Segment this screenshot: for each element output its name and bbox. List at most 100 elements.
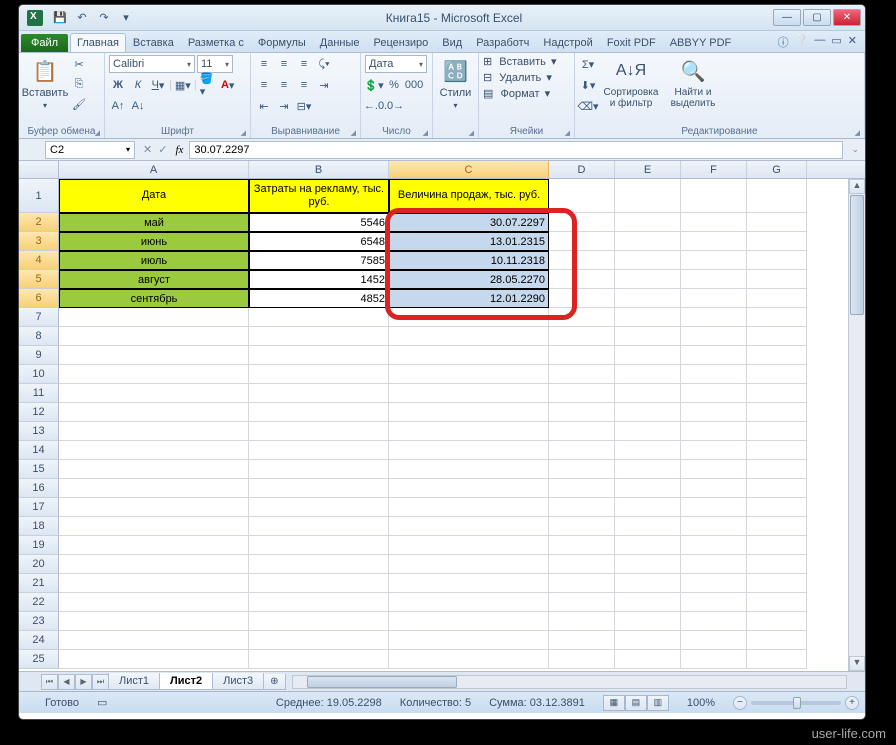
cell[interactable] — [59, 536, 249, 555]
cell[interactable] — [615, 384, 681, 403]
cell[interactable]: Затраты на рекламу, тыс. руб. — [249, 179, 389, 213]
cell[interactable] — [747, 270, 807, 289]
cell[interactable] — [249, 384, 389, 403]
sort-filter-button[interactable]: А↓Я Сортировка и фильтр — [600, 55, 662, 111]
sheet-tab-2[interactable]: Лист2 — [159, 673, 213, 690]
enter-formula-icon[interactable]: ✓ — [158, 143, 167, 156]
cell[interactable] — [59, 460, 249, 479]
cell[interactable] — [249, 536, 389, 555]
cell[interactable] — [389, 346, 549, 365]
wrap-text-icon[interactable]: ⇥ — [315, 76, 333, 94]
row-header[interactable]: 9 — [19, 346, 59, 365]
zoom-level[interactable]: 100% — [687, 697, 715, 709]
cell[interactable] — [549, 270, 615, 289]
cell[interactable]: 28.05.2270 — [389, 270, 549, 289]
cell[interactable] — [615, 270, 681, 289]
help-icon[interactable]: ❔ — [795, 34, 809, 50]
sheet-nav-prev-icon[interactable]: ◀ — [58, 674, 75, 690]
cell[interactable] — [549, 251, 615, 270]
col-header-B[interactable]: B — [249, 161, 389, 178]
cell[interactable] — [549, 384, 615, 403]
row-header[interactable]: 14 — [19, 441, 59, 460]
view-pagebreak-icon[interactable]: ▥ — [647, 695, 669, 711]
decrease-indent-icon[interactable]: ⇤ — [255, 97, 273, 115]
qat-more-icon[interactable]: ▾ — [117, 9, 135, 27]
cell[interactable] — [549, 179, 615, 213]
cell[interactable] — [615, 536, 681, 555]
cell[interactable] — [59, 593, 249, 612]
cell[interactable] — [549, 498, 615, 517]
font-color-button[interactable]: A▾ — [219, 76, 237, 94]
cell[interactable] — [615, 179, 681, 213]
cell[interactable] — [747, 498, 807, 517]
sheet-nav-first-icon[interactable]: ⏮ — [41, 674, 58, 690]
merge-icon[interactable]: ⊟▾ — [295, 97, 313, 115]
cell[interactable] — [549, 232, 615, 251]
doc-close-icon[interactable]: ✕ — [848, 34, 857, 50]
cell[interactable] — [249, 517, 389, 536]
cell[interactable] — [615, 479, 681, 498]
cell[interactable] — [747, 213, 807, 232]
row-header[interactable]: 3 — [19, 232, 59, 251]
cell[interactable] — [549, 327, 615, 346]
row-header[interactable]: 1 — [19, 179, 59, 213]
fx-icon[interactable]: fx — [175, 144, 183, 156]
cell[interactable] — [747, 650, 807, 669]
cell[interactable] — [389, 365, 549, 384]
zoom-slider-thumb[interactable] — [793, 697, 801, 709]
cell[interactable] — [747, 612, 807, 631]
cell[interactable] — [249, 327, 389, 346]
cell[interactable] — [249, 460, 389, 479]
cell[interactable] — [747, 441, 807, 460]
status-record-icon[interactable]: ▭ — [97, 696, 107, 709]
cell[interactable] — [615, 555, 681, 574]
cell[interactable] — [389, 403, 549, 422]
cell[interactable] — [59, 308, 249, 327]
increase-indent-icon[interactable]: ⇥ — [275, 97, 293, 115]
cell[interactable] — [747, 460, 807, 479]
cell[interactable] — [681, 179, 747, 213]
cell[interactable]: сентябрь — [59, 289, 249, 308]
row-header[interactable]: 7 — [19, 308, 59, 327]
sheet-tab-1[interactable]: Лист1 — [108, 673, 160, 690]
row-header[interactable]: 2 — [19, 213, 59, 232]
cell[interactable] — [549, 517, 615, 536]
cell[interactable] — [615, 365, 681, 384]
format-painter-icon[interactable]: 🖌 — [70, 95, 88, 113]
row-header[interactable]: 11 — [19, 384, 59, 403]
name-box[interactable]: C2▾ — [45, 141, 135, 159]
cell[interactable]: август — [59, 270, 249, 289]
row-header[interactable]: 19 — [19, 536, 59, 555]
cell[interactable] — [59, 612, 249, 631]
cell[interactable] — [249, 555, 389, 574]
delete-cells-button[interactable]: ⊟ Удалить ▾ — [483, 71, 557, 84]
currency-icon[interactable]: 💲▾ — [365, 76, 383, 94]
cell[interactable]: Величина продаж, тыс. руб. — [389, 179, 549, 213]
select-all-button[interactable] — [19, 161, 59, 179]
cell[interactable] — [389, 593, 549, 612]
cell[interactable] — [681, 365, 747, 384]
scroll-thumb[interactable] — [850, 195, 864, 315]
maximize-button[interactable]: ▢ — [803, 9, 831, 26]
tab-data[interactable]: Данные — [313, 33, 367, 52]
cell[interactable] — [747, 365, 807, 384]
row-header[interactable]: 16 — [19, 479, 59, 498]
row-header[interactable]: 22 — [19, 593, 59, 612]
cell[interactable] — [681, 498, 747, 517]
align-middle-icon[interactable]: ≡ — [275, 55, 293, 73]
cell[interactable] — [681, 536, 747, 555]
cell[interactable] — [681, 346, 747, 365]
tab-insert[interactable]: Вставка — [126, 33, 181, 52]
cell[interactable]: июнь — [59, 232, 249, 251]
cell[interactable] — [615, 232, 681, 251]
cell[interactable] — [549, 460, 615, 479]
cell[interactable]: 6548 — [249, 232, 389, 251]
cell[interactable] — [249, 574, 389, 593]
tab-view[interactable]: Вид — [435, 33, 469, 52]
minimize-ribbon-icon[interactable]: ⓘ — [778, 34, 789, 50]
italic-button[interactable]: К — [129, 76, 147, 94]
cut-icon[interactable]: ✂ — [70, 55, 88, 73]
cell[interactable] — [249, 422, 389, 441]
cell[interactable]: 30.07.2297 — [389, 213, 549, 232]
fill-color-button[interactable]: 🪣▾ — [199, 76, 217, 94]
